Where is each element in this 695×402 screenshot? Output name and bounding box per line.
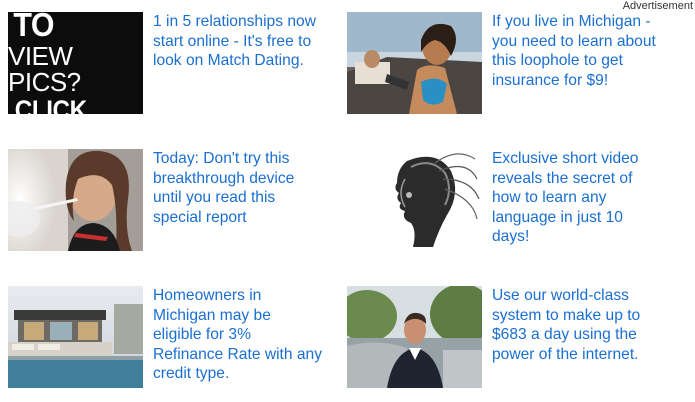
- modern-house-image[interactable]: [8, 286, 143, 388]
- ad-text[interactable]: Homeowners in Michigan may be eligible f…: [153, 286, 323, 384]
- woman-driving-car-image[interactable]: [347, 12, 482, 114]
- ad-text[interactable]: Use our world-class system to make up to…: [492, 286, 677, 364]
- ad-text[interactable]: Exclusive short video reveals the secret…: [492, 149, 662, 247]
- ad-item-online-income[interactable]: Use our world-class system to make up to…: [347, 286, 677, 388]
- ad-item-match-dating[interactable]: WANT TO VIEW PICS? CLICK HERE 1 in 5 rel…: [8, 12, 343, 114]
- ad-item-ecig-device[interactable]: Today: Don't try this breakthrough devic…: [8, 149, 323, 251]
- advertisement-label: Advertisement: [622, 0, 693, 12]
- banner-line-1: WANT TO: [13, 12, 55, 43]
- robot-head-image[interactable]: [347, 149, 482, 251]
- ad-text[interactable]: Today: Don't try this breakthrough devic…: [153, 149, 323, 227]
- dating-banner-image[interactable]: WANT TO VIEW PICS? CLICK HERE: [8, 12, 143, 114]
- woman-smoking-ecig-image[interactable]: [8, 149, 143, 251]
- banner-line-2: VIEW PICS?: [8, 41, 81, 97]
- ad-item-language-learning[interactable]: Exclusive short video reveals the secret…: [347, 149, 662, 251]
- man-in-suit-image[interactable]: [347, 286, 482, 388]
- ad-text[interactable]: If you live in Michigan - you need to le…: [492, 12, 677, 90]
- banner-line-3: CLICK HERE: [14, 95, 87, 115]
- ad-widget: Advertisement WANT TO VIEW PICS? CLICK H…: [0, 0, 695, 402]
- ad-item-refinance-rate[interactable]: Homeowners in Michigan may be eligible f…: [8, 286, 323, 388]
- ad-text[interactable]: 1 in 5 relationships now start online - …: [153, 12, 343, 71]
- ad-item-michigan-insurance[interactable]: If you live in Michigan - you need to le…: [347, 12, 677, 114]
